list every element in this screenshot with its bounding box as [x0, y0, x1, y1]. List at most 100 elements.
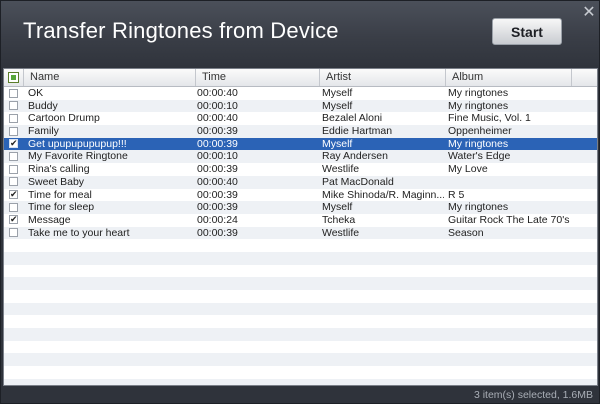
- cell-album: Oppenheimer: [448, 125, 512, 138]
- cell-album: My ringtones: [448, 137, 509, 150]
- column-header-time[interactable]: Time: [196, 69, 320, 86]
- empty-row: [4, 302, 597, 316]
- row-checkbox[interactable]: [9, 151, 18, 161]
- cell-name: My Favorite Ringtone: [28, 150, 128, 163]
- window-title: Transfer Ringtones from Device: [23, 18, 339, 43]
- status-bar: 3 item(s) selected, 1.6MB: [1, 387, 599, 403]
- empty-row: [4, 315, 597, 329]
- cell-time: 00:00:10: [197, 99, 238, 112]
- cell-artist: Myself: [322, 87, 353, 99]
- table-row[interactable]: Cartoon Drump 00:00:40 Bezalel Aloni Fine M…: [4, 112, 597, 126]
- row-checkbox[interactable]: [9, 88, 18, 98]
- close-icon[interactable]: ✕: [581, 5, 597, 21]
- row-checkbox[interactable]: [9, 113, 18, 123]
- table-row[interactable]: ✔ Get upupupupupup!!! 00:00:39 Myself My rin…: [4, 137, 597, 151]
- cell-album: Guitar Rock The Late 70's: [448, 213, 570, 226]
- row-checkbox-checked[interactable]: ✔: [9, 215, 18, 225]
- table-row[interactable]: Family 00:00:39 Eddie Hartman Oppenheimer: [4, 125, 597, 138]
- table-row[interactable]: OK 00:00:40 Myself My ringtones: [4, 87, 597, 100]
- cell-name: Message: [28, 213, 71, 226]
- cell-time: 00:00:10: [197, 150, 238, 163]
- list-header: Name Time Artist Album: [4, 69, 597, 87]
- row-checkbox[interactable]: [9, 101, 18, 111]
- table-row[interactable]: ✔ Time for meal 00:00:39 Mike Shinoda/R. Ma…: [4, 188, 597, 202]
- cell-name: Take me to your heart: [28, 226, 130, 239]
- table-row[interactable]: My Favorite Ringtone 00:00:10 Ray Andersen…: [4, 150, 597, 164]
- empty-row: [4, 340, 597, 354]
- window-header: Transfer Ringtones from Device Start ✕: [1, 1, 599, 67]
- row-checkbox-checked[interactable]: ✔: [9, 139, 18, 149]
- cell-name: OK: [28, 87, 44, 99]
- cell-artist: Bezalel Aloni: [322, 112, 383, 125]
- column-header-name[interactable]: Name: [24, 69, 196, 86]
- cell-name: Cartoon Drump: [28, 112, 100, 125]
- cell-name: Buddy: [28, 99, 58, 112]
- table-row[interactable]: Buddy 00:00:10 Myself My ringtones: [4, 99, 597, 113]
- cell-time: 00:00:39: [197, 226, 238, 239]
- cell-album: My ringtones: [448, 201, 509, 214]
- cell-time: 00:00:39: [197, 201, 238, 214]
- transfer-window: Transfer Ringtones from Device Start ✕ N…: [0, 0, 600, 404]
- cell-artist: Pat MacDonald: [322, 175, 394, 188]
- cell-name: Time for sleep: [28, 201, 95, 214]
- empty-row: [4, 328, 597, 341]
- cell-album: Fine Music, Vol. 1: [448, 112, 531, 125]
- cell-album: Season: [448, 226, 484, 239]
- empty-row: [4, 366, 597, 379]
- column-header-album[interactable]: Album: [446, 69, 572, 86]
- cell-artist: Myself: [322, 201, 353, 214]
- empty-row: [4, 264, 597, 278]
- table-row[interactable]: Take me to your heart 00:00:39 Westlife Sea…: [4, 226, 597, 240]
- empty-row: [4, 378, 597, 385]
- table-row[interactable]: Rina's calling 00:00:39 Westlife My Love: [4, 163, 597, 176]
- cell-name: Rina's calling: [28, 163, 90, 176]
- cell-album: My ringtones: [448, 99, 509, 112]
- cell-name: Get upupupupupup!!!: [28, 137, 127, 150]
- cell-time: 00:00:40: [197, 175, 238, 188]
- cell-album: Water's Edge: [448, 150, 511, 163]
- select-all-checkbox[interactable]: [8, 72, 19, 83]
- cell-name: Sweet Baby: [28, 175, 85, 188]
- cell-artist: Westlife: [322, 226, 360, 239]
- cell-time: 00:00:24: [197, 213, 238, 226]
- cell-artist: Myself: [322, 99, 353, 112]
- cell-album: R 5: [448, 188, 465, 201]
- cell-artist: Tcheka: [322, 213, 356, 226]
- cell-time: 00:00:39: [197, 137, 238, 150]
- cell-artist: Westlife: [322, 163, 360, 176]
- table-row[interactable]: Time for sleep 00:00:39 Myself My ringtones: [4, 201, 597, 214]
- cell-time: 00:00:39: [197, 125, 238, 138]
- cell-time: 00:00:39: [197, 188, 238, 201]
- cell-album: My ringtones: [448, 87, 509, 99]
- empty-row: [4, 353, 597, 367]
- row-checkbox[interactable]: [9, 177, 18, 187]
- start-button[interactable]: Start: [492, 18, 562, 45]
- list-rows: OK 00:00:40 Myself My ringtones Buddy 00:00:1…: [4, 87, 597, 385]
- select-all-column: [4, 69, 24, 86]
- cell-time: 00:00:40: [197, 87, 238, 99]
- row-checkbox[interactable]: [9, 202, 18, 212]
- row-checkbox[interactable]: [9, 126, 18, 136]
- row-checkbox-checked[interactable]: ✔: [9, 190, 18, 199]
- cell-artist: Mike Shinoda/R. Maginn...: [322, 188, 444, 201]
- cell-artist: Myself: [322, 137, 353, 150]
- cell-name: Time for meal: [28, 188, 92, 201]
- table-row[interactable]: Sweet Baby 00:00:40 Pat MacDonald: [4, 175, 597, 189]
- cell-name: Family: [28, 125, 59, 138]
- selection-status: 3 item(s) selected, 1.6MB: [473, 389, 593, 401]
- column-header-filler: [572, 69, 597, 86]
- row-checkbox[interactable]: [9, 164, 18, 174]
- empty-row: [4, 239, 597, 252]
- cell-album: My Love: [448, 163, 488, 176]
- cell-time: 00:00:39: [197, 163, 238, 176]
- cell-time: 00:00:40: [197, 112, 238, 125]
- column-header-artist[interactable]: Artist: [320, 69, 446, 86]
- empty-row: [4, 277, 597, 290]
- empty-row: [4, 251, 597, 265]
- cell-artist: Ray Andersen: [322, 150, 388, 163]
- table-row[interactable]: ✔ Message 00:00:24 Tcheka Guitar Rock The La…: [4, 213, 597, 227]
- cell-artist: Eddie Hartman: [322, 125, 393, 138]
- empty-row: [4, 290, 597, 303]
- ringtone-list[interactable]: Name Time Artist Album OK 00:00:40 Myself M…: [3, 68, 598, 386]
- row-checkbox[interactable]: [9, 228, 18, 238]
